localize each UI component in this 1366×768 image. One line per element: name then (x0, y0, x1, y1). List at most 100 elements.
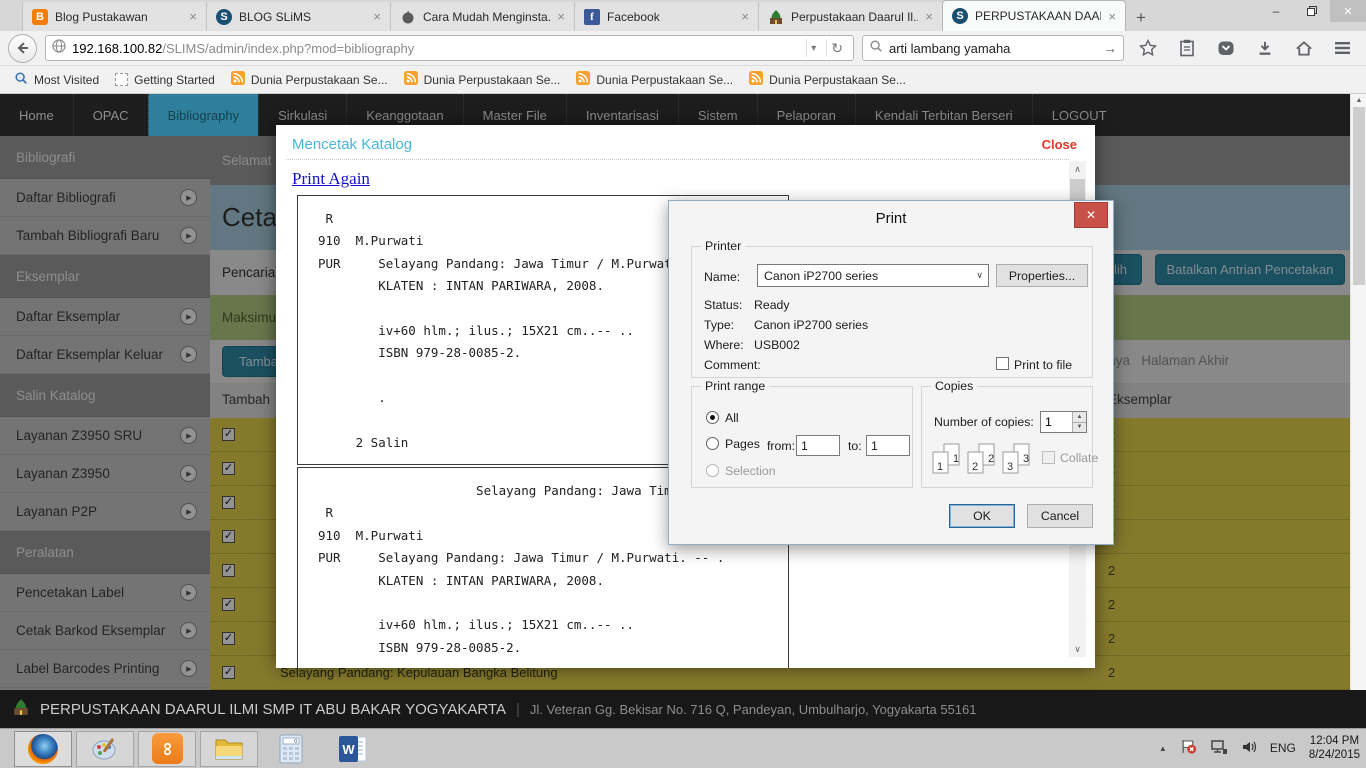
new-tab-button[interactable]: + (1126, 5, 1156, 31)
url-bar[interactable]: 192.168.100.82/SLIMS/admin/index.php?mod… (45, 35, 854, 61)
bookmarks-panel-icon[interactable] (1171, 34, 1202, 62)
page-scrollbar[interactable]: ▲ ▼ (1350, 94, 1366, 728)
reload-icon[interactable]: ↻ (826, 39, 847, 57)
bookmark-most-visited[interactable]: Most Visited (10, 71, 103, 88)
bookmark-label: Dunia Perpustakaan Se... (423, 72, 561, 87)
window-minimize-button[interactable]: – (1258, 0, 1294, 22)
bookmark-dunia-3[interactable]: Dunia Perpustakaan Se... (572, 71, 737, 88)
nav-home[interactable]: Home (0, 94, 73, 136)
print-again-link[interactable]: Print Again (292, 169, 370, 189)
tab-close-icon[interactable]: × (741, 9, 749, 24)
range-all-radio[interactable] (706, 411, 719, 424)
copies-stepper[interactable]: ▲▼ (1040, 411, 1087, 433)
button-label: Properties... (1008, 268, 1076, 283)
taskbar-clock[interactable]: 12:04 PM 8/24/2015 (1309, 734, 1360, 763)
slims-icon: S (952, 8, 968, 24)
range-pages-radio[interactable] (706, 437, 719, 450)
bookmark-dunia-1[interactable]: Dunia Perpustakaan Se... (227, 71, 392, 88)
svg-text:3: 3 (1007, 461, 1013, 473)
copies-input[interactable] (1041, 412, 1072, 432)
ok-button[interactable]: OK (949, 504, 1015, 528)
tab-perpustakaan-active[interactable]: S PERPUSTAKAAN DAAR... × (942, 0, 1126, 31)
search-input[interactable] (889, 40, 1097, 56)
bookmark-label: Most Visited (34, 72, 100, 87)
to-field[interactable] (866, 435, 910, 456)
stepper-up-icon[interactable]: ▲ (1073, 412, 1086, 423)
word-icon: W (339, 735, 367, 762)
dialog-close-button[interactable]: ✕ (1074, 202, 1108, 228)
url-text: 192.168.100.82/SLIMS/admin/index.php?mod… (72, 40, 415, 56)
home-icon[interactable] (1288, 34, 1319, 62)
range-all-label[interactable]: All (725, 411, 739, 425)
taskbar-xampp[interactable]: ∞ (138, 730, 196, 767)
print-dialog: Print ✕ Printer Name: Canon iP2700 serie… (668, 200, 1114, 545)
tab-blog-slims[interactable]: S BLOG SLiMS × (206, 2, 390, 31)
search-icon (869, 39, 883, 58)
bookmark-getting-started[interactable]: Getting Started (111, 73, 219, 87)
range-pages-label[interactable]: Pages (725, 437, 760, 451)
stepper-down-icon[interactable]: ▼ (1073, 422, 1086, 432)
tray-expand-icon[interactable]: ▲ (1159, 744, 1167, 753)
tab-title: Blog Pustakawan (55, 9, 148, 24)
tab-title: Cara Mudah Menginsta... (423, 9, 551, 24)
collate-checkbox (1042, 451, 1055, 464)
calculator-icon: 0 (279, 734, 303, 763)
downloads-icon[interactable] (1249, 34, 1280, 62)
modal-close-link[interactable]: Close (1042, 137, 1077, 152)
nav-opac[interactable]: OPAC (72, 94, 148, 136)
window-close-button[interactable]: ✕ (1330, 0, 1366, 22)
url-dropdown-icon[interactable]: ▾ (806, 39, 820, 57)
from-field[interactable] (796, 435, 840, 456)
file-explorer-icon (215, 739, 243, 759)
scroll-up-icon[interactable]: ∧ (1069, 161, 1086, 177)
tab-close-icon[interactable]: × (373, 9, 381, 24)
bookmark-dunia-4[interactable]: Dunia Perpustakaan Se... (745, 71, 910, 88)
printer-name-select[interactable]: Canon iP2700 series ∨ (757, 264, 989, 287)
tab-cara-mudah[interactable]: Cara Mudah Menginsta... × (390, 2, 574, 31)
bookmark-dunia-2[interactable]: Dunia Perpustakaan Se... (400, 71, 565, 88)
group-label: Copies (931, 379, 978, 393)
back-button[interactable] (8, 33, 37, 63)
tab-close-icon[interactable]: × (189, 9, 197, 24)
tab-close-icon[interactable]: × (925, 9, 933, 24)
pocket-icon[interactable] (1210, 34, 1241, 62)
taskbar-explorer[interactable] (200, 730, 258, 767)
network-icon[interactable] (1210, 739, 1228, 758)
where-label: Where: (704, 338, 744, 352)
clock-date: 8/24/2015 (1308, 749, 1360, 761)
site-identity-globe-icon[interactable] (52, 38, 66, 58)
library-address: Jl. Veteran Gg. Bekisar No. 716 Q, Pande… (529, 701, 977, 717)
properties-button[interactable]: Properties... (996, 264, 1088, 287)
volume-icon[interactable] (1241, 739, 1257, 758)
cancel-button[interactable]: Cancel (1027, 504, 1093, 528)
feed-icon (230, 71, 245, 88)
tab-facebook[interactable]: f Facebook × (574, 2, 758, 31)
stepper-buttons[interactable]: ▲ ▼ (1072, 412, 1086, 432)
tab-title: Perpustakaan Daarul Il... (791, 9, 919, 24)
svg-text:3: 3 (1023, 453, 1029, 465)
getting-started-icon (115, 73, 129, 86)
scrollbar-thumb[interactable] (1353, 107, 1365, 285)
taskbar-calculator[interactable]: 0 (262, 731, 320, 767)
taskbar-firefox[interactable] (14, 730, 72, 767)
scroll-down-icon[interactable]: ∨ (1069, 641, 1086, 657)
search-go-icon[interactable]: → (1103, 40, 1117, 56)
taskbar-word[interactable]: W (324, 731, 382, 767)
taskbar-paint[interactable] (76, 730, 134, 767)
nav-bibliography[interactable]: Bibliography (147, 94, 259, 136)
bookmark-star-icon[interactable] (1132, 34, 1163, 62)
search-box[interactable]: → (862, 35, 1124, 61)
tab-blog-pustakawan[interactable]: B Blog Pustakawan × (22, 2, 206, 31)
tab-perpustakaan-daarul[interactable]: Perpustakaan Daarul Il... × (758, 2, 942, 31)
selected-printer: Canon iP2700 series (764, 268, 879, 283)
tab-close-icon[interactable]: × (557, 9, 565, 24)
action-center-flag-icon[interactable] (1180, 738, 1197, 758)
status-label: Status: (704, 298, 743, 312)
tab-close-icon[interactable]: × (1108, 9, 1116, 24)
firefox-icon (28, 733, 58, 764)
language-indicator[interactable]: ENG (1270, 741, 1296, 755)
print-to-file-checkbox[interactable] (996, 357, 1009, 370)
scroll-up-icon[interactable]: ▲ (1351, 97, 1366, 104)
menu-hamburger-icon[interactable] (1327, 34, 1358, 62)
window-restore-button[interactable] (1294, 0, 1330, 22)
